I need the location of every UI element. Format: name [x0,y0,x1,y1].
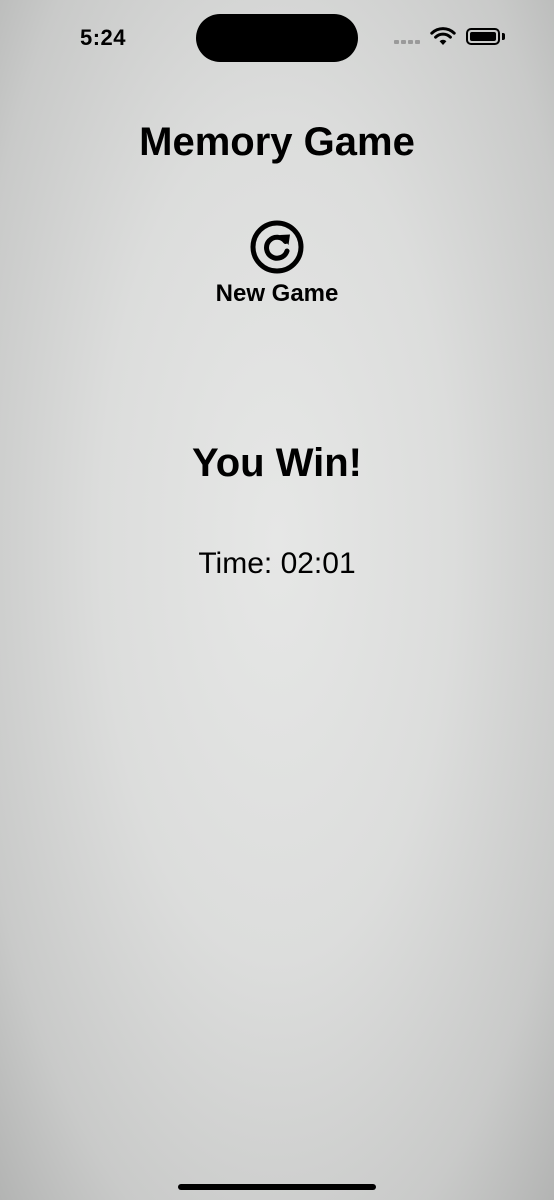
wifi-icon [430,27,456,45]
battery-cap [502,33,505,40]
signal-icon [394,40,422,58]
status-bar: 5:24 [0,0,554,70]
new-game-label: New Game [215,280,339,307]
page-title: Memory Game [139,120,415,164]
win-message: You Win! [192,441,362,485]
refresh-icon [250,220,304,274]
new-game-button[interactable]: New Game [187,220,367,315]
dynamic-island [196,14,358,62]
battery-icon [466,28,500,45]
elapsed-time: Time: 02:01 [198,547,356,580]
home-indicator[interactable] [178,1184,376,1190]
status-time: 5:24 [80,25,127,50]
